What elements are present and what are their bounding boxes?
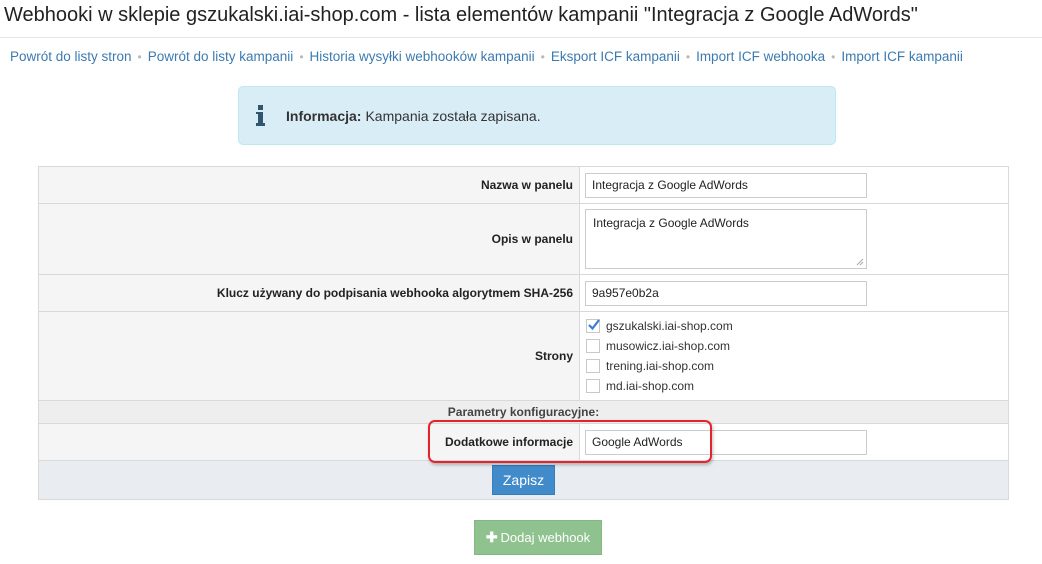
title-divider xyxy=(0,37,1042,38)
shop-checkbox[interactable] xyxy=(586,379,600,393)
breadcrumb: Powrót do listy stron • Powrót do listy ka… xyxy=(10,49,963,64)
form-row-key: Klucz używany do podpisania webhooka alg… xyxy=(38,274,1009,312)
back-to-campaigns-link[interactable]: Powrót do listy kampanii xyxy=(148,49,294,64)
form-row-description: Opis w panelu Integracja z Google AdWord… xyxy=(38,203,1009,275)
description-label: Opis w panelu xyxy=(38,203,580,275)
info-heading: Informacja: xyxy=(286,108,362,124)
form-row-shops: Strony gszukalski.iai-shop.com musowicz.… xyxy=(38,311,1009,401)
shops-checkbox-list: gszukalski.iai-shop.com musowicz.iai-sho… xyxy=(585,312,1008,400)
shop-option-label: gszukalski.iai-shop.com xyxy=(606,319,733,333)
key-input[interactable] xyxy=(585,280,867,306)
breadcrumb-separator: • xyxy=(831,50,836,64)
resize-handle-icon[interactable] xyxy=(856,258,864,266)
info-icon xyxy=(256,105,265,126)
name-input[interactable] xyxy=(585,172,867,198)
plus-icon: ✚ xyxy=(485,529,498,545)
export-icf-campaign-link[interactable]: Eksport ICF kampanii xyxy=(551,49,680,64)
breadcrumb-separator: • xyxy=(299,50,304,64)
name-label: Nazwa w panelu xyxy=(38,166,580,204)
back-to-pages-link[interactable]: Powrót do listy stron xyxy=(10,49,132,64)
form-actions-row: Zapisz xyxy=(38,460,1009,500)
shop-option-label: musowicz.iai-shop.com xyxy=(606,339,731,353)
config-header-label: Parametry konfiguracyjne: xyxy=(38,400,1009,424)
import-icf-webhook-link[interactable]: Import ICF webhooka xyxy=(696,49,825,64)
checkmark-icon xyxy=(588,319,600,331)
description-textarea[interactable]: Integracja z Google AdWords xyxy=(585,209,867,269)
extra-info-label: Dodatkowe informacje xyxy=(38,423,580,461)
shop-option[interactable]: gszukalski.iai-shop.com xyxy=(585,316,1008,336)
shops-label: Strony xyxy=(38,311,580,401)
config-section-header: Parametry konfiguracyjne: xyxy=(38,400,1009,424)
shop-option[interactable]: md.iai-shop.com xyxy=(585,376,1008,396)
form-row-extra-info: Dodatkowe informacje xyxy=(38,423,1009,461)
page-title: Webhooki w sklepie gszukalski.iai-shop.c… xyxy=(4,4,918,26)
campaign-form: Nazwa w panelu Opis w panelu Integracja … xyxy=(38,166,1009,500)
form-row-name: Nazwa w panelu xyxy=(38,166,1009,204)
breadcrumb-separator: • xyxy=(685,50,691,64)
description-value: Integracja z Google AdWords xyxy=(593,216,749,230)
shop-checkbox[interactable] xyxy=(586,359,600,373)
shop-option-label: md.iai-shop.com xyxy=(606,379,695,393)
breadcrumb-separator: • xyxy=(137,50,142,64)
info-alert: Informacja: Kampania została zapisana. xyxy=(238,86,836,145)
extra-info-input[interactable] xyxy=(585,429,867,455)
save-button[interactable]: Zapisz xyxy=(491,465,556,495)
shop-option-label: trening.iai-shop.com xyxy=(606,359,715,373)
shop-checkbox-checked[interactable] xyxy=(586,319,600,333)
breadcrumb-separator: • xyxy=(540,50,545,64)
info-message: Informacja: Kampania została zapisana. xyxy=(286,108,541,124)
shop-option[interactable]: trening.iai-shop.com xyxy=(585,356,1008,376)
info-body: Kampania została zapisana. xyxy=(365,108,541,124)
shop-checkbox[interactable] xyxy=(586,339,600,353)
import-icf-campaign-link[interactable]: Import ICF kampanii xyxy=(841,49,963,64)
add-webhook-label: Dodaj webhook xyxy=(500,530,591,545)
shop-option[interactable]: musowicz.iai-shop.com xyxy=(585,336,1008,356)
webhook-history-link[interactable]: Historia wysyłki webhooków kampanii xyxy=(310,49,535,64)
key-label: Klucz używany do podpisania webhooka alg… xyxy=(38,274,580,312)
add-webhook-button[interactable]: ✚ Dodaj webhook xyxy=(474,520,602,555)
